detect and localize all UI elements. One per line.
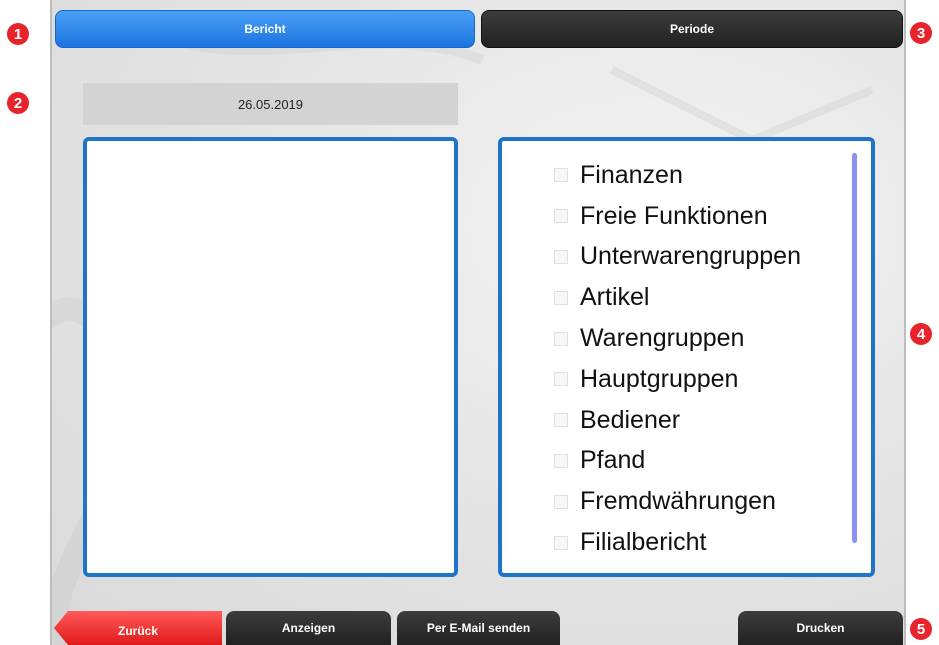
report-option-label: Hauptgruppen <box>580 364 739 393</box>
report-option[interactable]: Filialbericht <box>554 522 801 563</box>
report-option-label: Unterwarengruppen <box>580 242 801 271</box>
checkbox[interactable] <box>554 209 568 224</box>
checkbox[interactable] <box>554 331 568 346</box>
report-option[interactable]: Artikel <box>554 277 801 318</box>
print-button[interactable]: Drucken <box>738 611 903 645</box>
report-option-label: Finanzen <box>580 160 683 189</box>
report-option-label: Warengruppen <box>580 324 745 353</box>
report-options-list: Finanzen Freie Funktionen Unterwarengruppe… <box>554 155 801 563</box>
report-option[interactable]: Unterwarengruppen <box>554 237 801 278</box>
report-option[interactable]: Pfand <box>554 441 801 482</box>
date-field[interactable]: 26.05.2019 <box>83 83 458 125</box>
report-option-label: Fremdwährungen <box>580 487 776 516</box>
callout-marker-4: 4 <box>910 323 932 345</box>
report-option-label: Bediener <box>580 405 681 434</box>
report-option-label: Filialbericht <box>580 528 707 557</box>
report-option-label: Freie Funktionen <box>580 201 768 230</box>
callout-marker-5: 5 <box>910 618 932 640</box>
callout-marker-1: 1 <box>7 23 29 45</box>
report-option[interactable]: Warengruppen <box>554 318 801 359</box>
report-option[interactable]: Finanzen <box>554 155 801 196</box>
report-option[interactable]: Hauptgruppen <box>554 359 801 400</box>
checkbox[interactable] <box>554 372 568 387</box>
report-option[interactable]: Bediener <box>554 400 801 441</box>
report-option-label: Pfand <box>580 446 646 475</box>
checkbox[interactable] <box>554 168 568 183</box>
report-option[interactable]: Freie Funktionen <box>554 196 801 237</box>
report-option[interactable]: Fremdwährungen <box>554 481 801 522</box>
callout-marker-3: 3 <box>910 22 932 44</box>
checkbox[interactable] <box>554 290 568 305</box>
report-option-label: Artikel <box>580 283 650 312</box>
tab-periode[interactable]: Periode <box>481 10 903 48</box>
scrollbar[interactable] <box>852 153 857 543</box>
callout-marker-2: 2 <box>7 92 29 114</box>
show-button[interactable]: Anzeigen <box>226 611 391 645</box>
report-preview-panel <box>83 137 458 577</box>
email-button[interactable]: Per E-Mail senden <box>397 611 560 645</box>
checkbox[interactable] <box>554 453 568 468</box>
report-options-panel: Finanzen Freie Funktionen Unterwarengruppe… <box>498 137 875 577</box>
checkbox[interactable] <box>554 494 568 509</box>
checkbox[interactable] <box>554 249 568 264</box>
checkbox[interactable] <box>554 413 568 428</box>
checkbox[interactable] <box>554 535 568 550</box>
tab-bericht[interactable]: Bericht <box>55 10 475 48</box>
back-button[interactable]: Zurück <box>54 611 222 645</box>
